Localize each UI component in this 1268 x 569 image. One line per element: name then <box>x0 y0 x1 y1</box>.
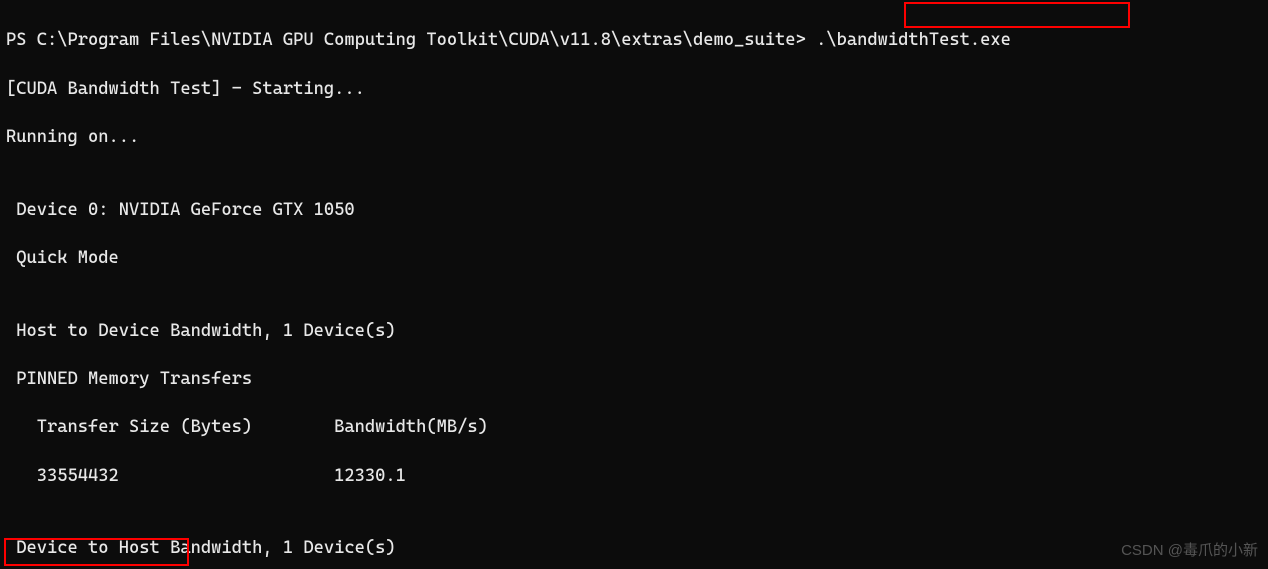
command-text: .\bandwidthTest.exe <box>816 30 1011 50</box>
section-title: Device to Host Bandwidth, 1 Device(s) <box>6 536 1262 560</box>
terminal-output[interactable]: PS C:\Program Files\NVIDIA GPU Computing… <box>0 0 1268 569</box>
section-row: 33554432 12330.1 <box>6 464 1262 488</box>
section-title: Host to Device Bandwidth, 1 Device(s) <box>6 319 1262 343</box>
section-head: Transfer Size (Bytes) Bandwidth(MB/s) <box>6 415 1262 439</box>
device-line: Device 0: NVIDIA GeForce GTX 1050 <box>6 198 1262 222</box>
watermark-text: CSDN @毒爪的小新 <box>1121 539 1258 563</box>
prompt-line: PS C:\Program Files\NVIDIA GPU Computing… <box>6 28 1262 52</box>
prompt-prefix: PS <box>6 30 37 50</box>
mode-line: Quick Mode <box>6 246 1262 270</box>
prompt-sep: > <box>796 30 817 50</box>
prompt-cwd: C:\Program Files\NVIDIA GPU Computing To… <box>37 30 796 50</box>
output-header: [CUDA Bandwidth Test] - Starting... <box>6 77 1262 101</box>
section-mem: PINNED Memory Transfers <box>6 367 1262 391</box>
output-running: Running on... <box>6 125 1262 149</box>
